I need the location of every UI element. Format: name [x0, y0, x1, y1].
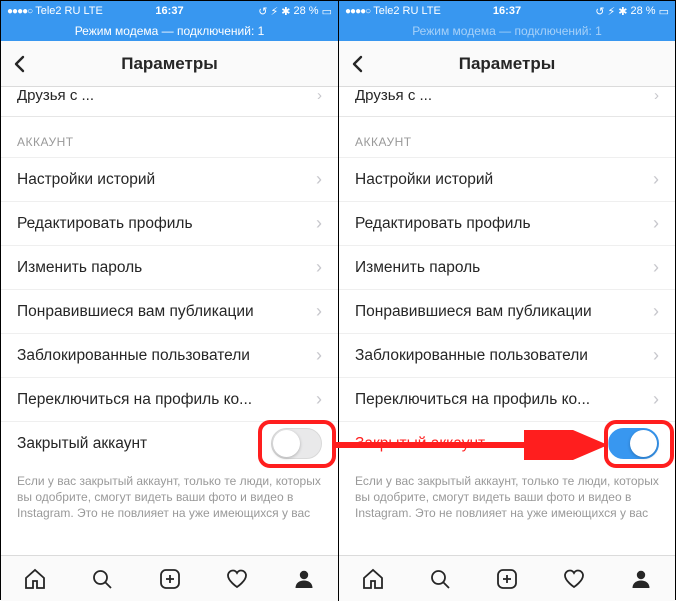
chevron-right-icon: ›: [317, 87, 322, 104]
row-liked-posts[interactable]: Понравившиеся вам публикации ›: [339, 289, 675, 333]
row-label: Редактировать профиль: [17, 215, 308, 233]
hotspot-banner[interactable]: Режим модема — подключений: 1: [1, 21, 338, 41]
row-label: Закрытый аккаунт: [355, 435, 600, 453]
row-edit-profile[interactable]: Редактировать профиль ›: [1, 201, 338, 245]
plus-square-icon: [495, 567, 519, 591]
row-label: Заблокированные пользователи: [355, 347, 645, 365]
tab-profile[interactable]: [608, 556, 675, 601]
back-button[interactable]: [11, 41, 29, 86]
plus-square-icon: [158, 567, 182, 591]
page-title: Параметры: [459, 54, 556, 74]
phone-screenshot-after: ●●●●○ Tele2 RU LTE 16:37 ↺ ⚡︎ ✱ 28 % ▭ Р…: [338, 1, 675, 601]
chevron-right-icon: ›: [653, 389, 659, 410]
section-account: АККАУНТ: [1, 117, 338, 157]
nav-header: Параметры: [339, 41, 675, 87]
status-bar: ●●●●○ Tele2 RU LTE 16:37 ↺ ⚡︎ ✱ 28 % ▭: [339, 1, 675, 21]
toggle-knob: [630, 430, 657, 457]
row-blocked-users[interactable]: Заблокированные пользователи ›: [1, 333, 338, 377]
chevron-right-icon: ›: [316, 345, 322, 366]
row-blocked-users[interactable]: Заблокированные пользователи ›: [339, 333, 675, 377]
chevron-right-icon: ›: [316, 169, 322, 190]
home-icon: [23, 567, 47, 591]
chevron-right-icon: ›: [653, 257, 659, 278]
chevron-left-icon: [349, 55, 367, 73]
phone-screenshot-before: ●●●●○ Tele2 RU LTE 16:37 ↺ ⚡︎ ✱ 28 % ▭ Р…: [1, 1, 338, 601]
chevron-right-icon: ›: [654, 87, 659, 104]
back-button[interactable]: [349, 41, 367, 86]
chevron-right-icon: ›: [653, 169, 659, 190]
section-account: АККАУНТ: [339, 117, 675, 157]
row-label: Изменить пароль: [355, 259, 645, 277]
clock-label: 16:37: [1, 5, 338, 17]
tab-activity[interactable]: [203, 556, 270, 601]
row-label: Настройки историй: [17, 171, 308, 189]
row-private-account: Закрытый аккаунт: [1, 421, 338, 465]
row-label: Понравившиеся вам публикации: [17, 303, 308, 321]
toggle-knob: [273, 430, 300, 457]
private-account-footer: Если у вас закрытый аккаунт, только те л…: [339, 465, 675, 522]
row-change-password[interactable]: Изменить пароль ›: [339, 245, 675, 289]
chevron-right-icon: ›: [653, 301, 659, 322]
row-partial[interactable]: Друзья с ... ›: [1, 87, 338, 117]
chevron-right-icon: ›: [316, 257, 322, 278]
row-label: Редактировать профиль: [355, 215, 645, 233]
row-label: Заблокированные пользователи: [17, 347, 308, 365]
row-partial[interactable]: Друзья с ... ›: [339, 87, 675, 117]
row-switch-profile[interactable]: Переключиться на профиль ко... ›: [1, 377, 338, 421]
chevron-right-icon: ›: [316, 389, 322, 410]
row-switch-profile[interactable]: Переключиться на профиль ко... ›: [339, 377, 675, 421]
chevron-left-icon: [11, 55, 29, 73]
row-story-settings[interactable]: Настройки историй ›: [339, 157, 675, 201]
row-edit-profile[interactable]: Редактировать профиль ›: [339, 201, 675, 245]
nav-header: Параметры: [1, 41, 338, 87]
row-change-password[interactable]: Изменить пароль ›: [1, 245, 338, 289]
heart-icon: [562, 567, 586, 591]
tab-bar: [1, 555, 338, 601]
private-account-footer: Если у вас закрытый аккаунт, только те л…: [1, 465, 338, 522]
tab-search[interactable]: [406, 556, 473, 601]
profile-icon: [629, 567, 653, 591]
tab-activity[interactable]: [541, 556, 608, 601]
row-label: Понравившиеся вам публикации: [355, 303, 645, 321]
tab-home[interactable]: [1, 556, 68, 601]
hotspot-banner[interactable]: Режим модема — подключений: 1: [339, 21, 675, 41]
row-label: Переключиться на профиль ко...: [17, 391, 308, 409]
chevron-right-icon: ›: [316, 213, 322, 234]
private-account-toggle[interactable]: [608, 428, 659, 459]
row-label: Закрытый аккаунт: [17, 435, 263, 453]
tab-home[interactable]: [339, 556, 406, 601]
tab-profile[interactable]: [271, 556, 338, 601]
row-liked-posts[interactable]: Понравившиеся вам публикации ›: [1, 289, 338, 333]
tab-bar: [339, 555, 675, 601]
chevron-right-icon: ›: [653, 345, 659, 366]
profile-icon: [292, 567, 316, 591]
row-label: Изменить пароль: [17, 259, 308, 277]
settings-scroll[interactable]: Друзья с ... › АККАУНТ Настройки историй…: [1, 87, 338, 555]
clock-label: 16:37: [339, 5, 675, 17]
settings-scroll[interactable]: Друзья с ... › АККАУНТ Настройки историй…: [339, 87, 675, 555]
row-label: Настройки историй: [355, 171, 645, 189]
home-icon: [361, 567, 385, 591]
page-title: Параметры: [121, 54, 218, 74]
heart-icon: [225, 567, 249, 591]
chevron-right-icon: ›: [653, 213, 659, 234]
row-label: Переключиться на профиль ко...: [355, 391, 645, 409]
tab-search[interactable]: [68, 556, 135, 601]
chevron-right-icon: ›: [316, 301, 322, 322]
row-private-account: Закрытый аккаунт: [339, 421, 675, 465]
private-account-toggle[interactable]: [271, 428, 322, 459]
search-icon: [428, 567, 452, 591]
status-bar: ●●●●○ Tele2 RU LTE 16:37 ↺ ⚡︎ ✱ 28 % ▭: [1, 1, 338, 21]
search-icon: [90, 567, 114, 591]
tab-add[interactable]: [136, 556, 203, 601]
row-story-settings[interactable]: Настройки историй ›: [1, 157, 338, 201]
tab-add[interactable]: [473, 556, 540, 601]
